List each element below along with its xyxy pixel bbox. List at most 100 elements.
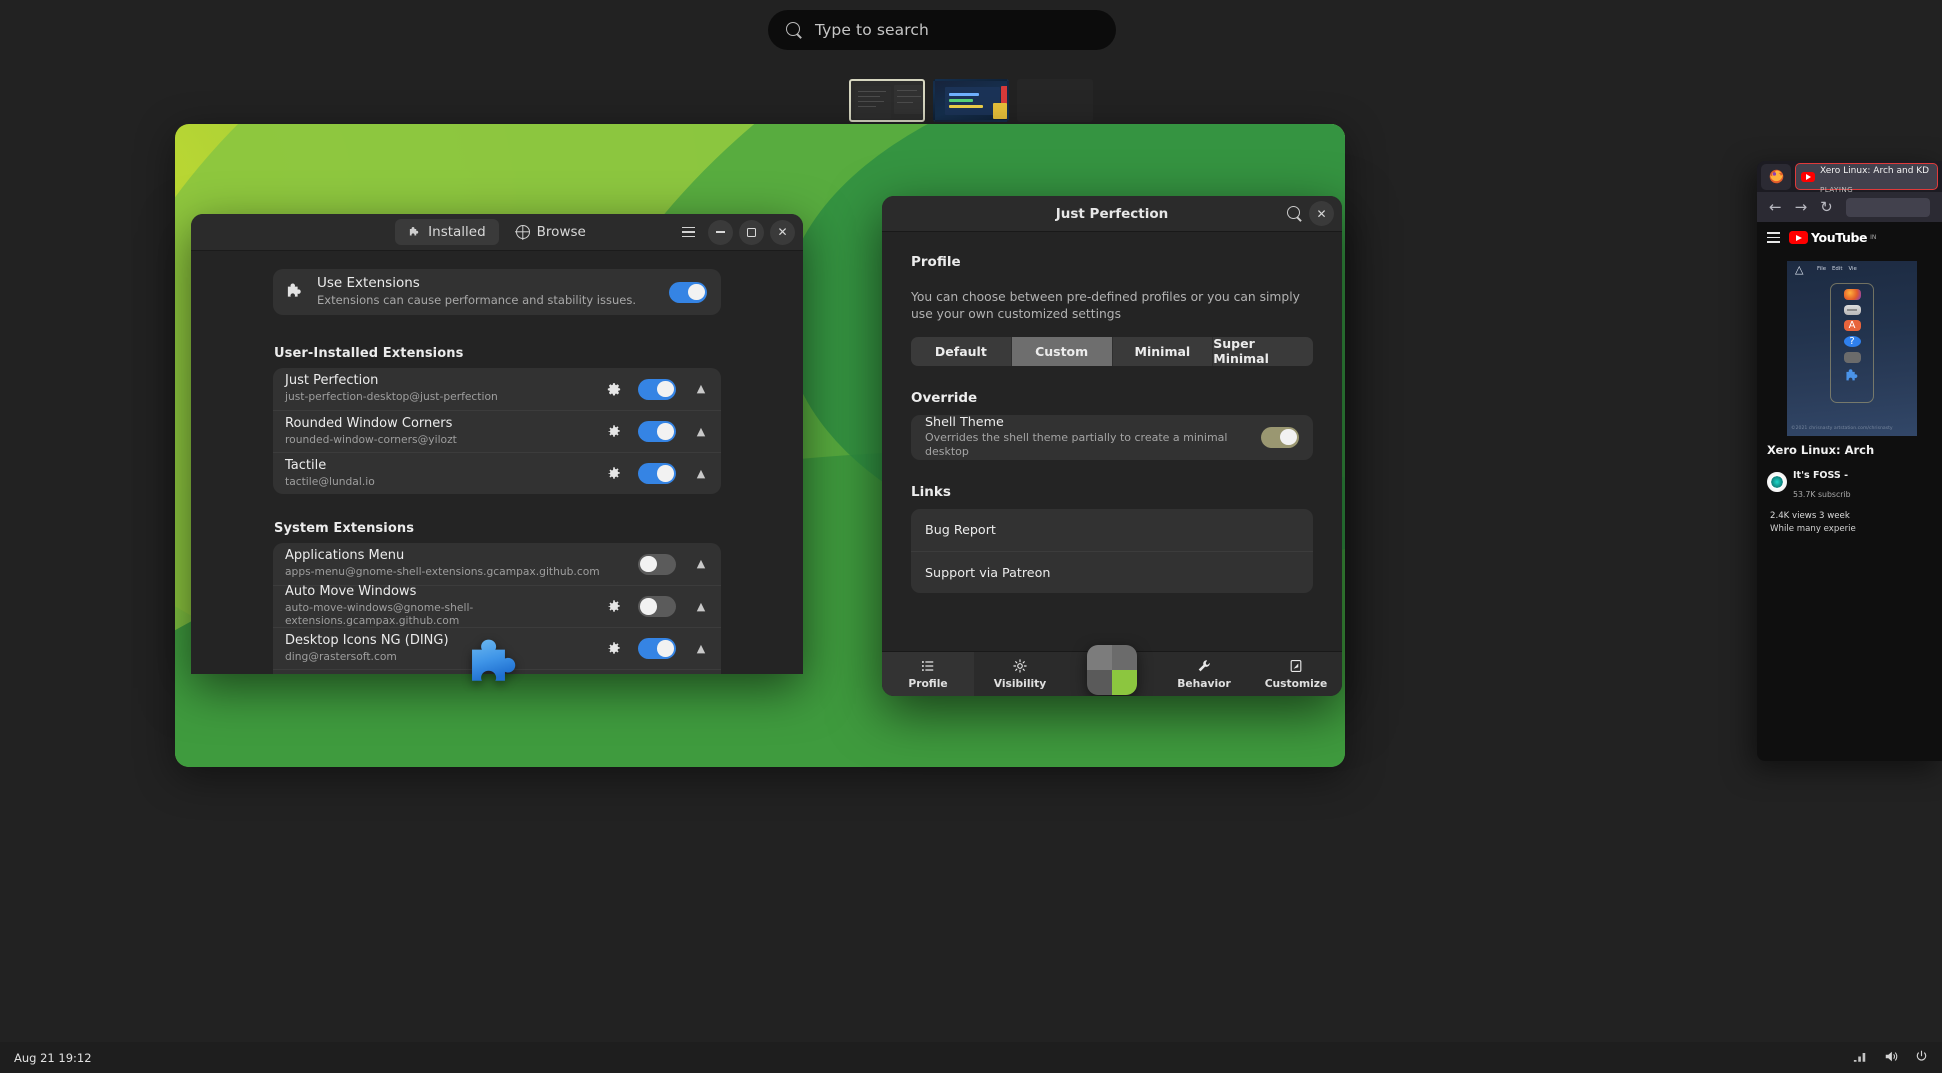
extensions-icon xyxy=(1844,352,1861,363)
tab-browse-label: Browse xyxy=(537,224,586,240)
just-perfection-titlebar: Just Perfection ✕ xyxy=(882,196,1342,232)
chevron-up-icon[interactable]: ▲ xyxy=(693,641,709,657)
profile-description: You can choose between pre-defined profi… xyxy=(911,289,1313,323)
shell-theme-toggle[interactable] xyxy=(1261,427,1299,448)
extension-uuid: just-perfection-desktop@just-perfection xyxy=(285,390,606,403)
extension-toggle[interactable] xyxy=(638,379,676,400)
profile-option-super-minimal[interactable]: Super Minimal xyxy=(1213,337,1313,366)
link-support-via-patreon[interactable]: Support via Patreon xyxy=(911,551,1313,593)
close-button[interactable]: ✕ xyxy=(770,220,795,245)
extension-uuid: auto-move-windows@gnome-shell-extensions… xyxy=(285,601,606,628)
gear-icon[interactable] xyxy=(606,466,622,482)
extension-toggle[interactable] xyxy=(638,554,676,575)
gear-icon[interactable] xyxy=(606,424,622,440)
gear-icon[interactable] xyxy=(606,381,622,397)
extension-row-rounded-window-corners[interactable]: Rounded Window Corners rounded-window-co… xyxy=(273,410,721,452)
chevron-up-icon[interactable]: ▲ xyxy=(693,424,709,440)
extension-name: Auto Move Windows xyxy=(285,585,606,600)
workspace-thumbnail-strip xyxy=(0,79,1942,122)
reload-icon[interactable]: ↻ xyxy=(1820,200,1833,215)
chevron-up-icon[interactable]: ▲ xyxy=(693,556,709,572)
chevron-up-icon[interactable]: ▲ xyxy=(693,381,709,397)
gnome-overview: Type to search xyxy=(0,0,1942,1073)
network-icon[interactable] xyxy=(1853,1050,1867,1066)
search-icon[interactable] xyxy=(1287,206,1302,221)
search-input[interactable]: Type to search xyxy=(768,10,1116,50)
channel-row[interactable]: It's FOSS - 53.7K subscrib xyxy=(1767,463,1932,501)
just-perfection-window[interactable]: Just Perfection ✕ Profile You can choose… xyxy=(882,196,1342,696)
firefox-icon[interactable] xyxy=(1761,164,1791,190)
profile-option-custom[interactable]: Custom xyxy=(1012,337,1113,366)
extension-row-applications-menu[interactable]: Applications Menu apps-menu@gnome-shell-… xyxy=(273,543,721,585)
extension-name: Tactile xyxy=(285,459,606,474)
extensions-window[interactable]: Installed Browse ✕ xyxy=(191,214,803,674)
workspace-thumbnail-3[interactable] xyxy=(1017,79,1093,122)
firefox-icon xyxy=(1844,289,1861,300)
section-label-user-installed: User-Installed Extensions xyxy=(274,346,721,361)
extension-toggle[interactable] xyxy=(638,638,676,659)
profile-option-minimal[interactable]: Minimal xyxy=(1113,337,1214,366)
just-perfection-tabbar: Profile Visibility Behavior Customize xyxy=(882,651,1342,696)
apps-grid-icon xyxy=(1844,390,1861,402)
tab-profile[interactable]: Profile xyxy=(882,652,974,696)
thumbnail-watermark: ©2021 chrisnasty artstation.com/chrisnas… xyxy=(1791,426,1913,432)
arch-logo-icon: △ xyxy=(1795,264,1803,275)
back-icon[interactable]: ← xyxy=(1769,200,1782,215)
power-icon[interactable] xyxy=(1915,1050,1928,1066)
puzzle-icon xyxy=(285,282,305,302)
profile-option-default[interactable]: Default xyxy=(911,337,1012,366)
section-label-system: System Extensions xyxy=(274,521,721,536)
extension-toggle[interactable] xyxy=(638,421,676,442)
shell-theme-row[interactable]: Shell Theme Overrides the shell theme pa… xyxy=(911,415,1313,460)
gear-icon[interactable] xyxy=(606,641,622,657)
youtube-logo-text: YouTube xyxy=(1811,230,1867,245)
link-bug-report[interactable]: Bug Report xyxy=(911,509,1313,551)
chevron-up-icon[interactable]: ▲ xyxy=(693,466,709,482)
forward-icon[interactable]: → xyxy=(1795,200,1808,215)
firefox-navbar: ← → ↻ xyxy=(1757,192,1942,222)
video-title: Xero Linux: Arch xyxy=(1767,443,1932,457)
menu-icon[interactable] xyxy=(674,218,702,246)
video-description: While many experie xyxy=(1770,524,1932,534)
gear-icon[interactable] xyxy=(606,599,622,615)
workspace-thumbnail-1[interactable] xyxy=(849,79,925,122)
extension-row-just-perfection[interactable]: Just Perfection just-perfection-desktop@… xyxy=(273,368,721,410)
chevron-up-icon[interactable]: ▲ xyxy=(693,599,709,615)
workspace-thumbnail-2[interactable] xyxy=(933,79,1009,122)
extension-toggle[interactable] xyxy=(638,596,676,617)
tab-installed[interactable]: Installed xyxy=(395,219,499,245)
use-extensions-card[interactable]: Use Extensions Extensions can cause perf… xyxy=(273,269,721,315)
video-thumbnail[interactable]: △ File Edit Vie A ? ©2021 c xyxy=(1787,261,1917,436)
extension-name: Applications Menu xyxy=(285,549,606,564)
hamburger-icon[interactable] xyxy=(1767,232,1780,243)
tab-visibility[interactable]: Visibility xyxy=(974,652,1066,696)
thumbnail-menu-view: Vie xyxy=(1848,266,1856,272)
user-installed-extensions-list: Just Perfection just-perfection-desktop@… xyxy=(273,368,721,494)
extension-row-auto-move-windows[interactable]: Auto Move Windows auto-move-windows@gnom… xyxy=(273,585,721,627)
close-button[interactable]: ✕ xyxy=(1309,201,1334,226)
extension-name: Desktop Icons NG (DING) xyxy=(285,634,606,649)
profile-segmented-control: Default Custom Minimal Super Minimal xyxy=(911,337,1313,366)
firefox-window[interactable]: Xero Linux: Arch and KD PLAYING ← → ↻ Yo… xyxy=(1757,161,1942,761)
minimize-button[interactable] xyxy=(708,220,733,245)
avatar xyxy=(1767,472,1787,492)
volume-icon[interactable] xyxy=(1884,1050,1898,1066)
clock[interactable]: Aug 21 19:12 xyxy=(14,1051,92,1065)
youtube-region: IN xyxy=(1870,234,1876,241)
youtube-logo[interactable]: YouTube IN xyxy=(1789,230,1876,245)
use-extensions-toggle[interactable] xyxy=(669,282,707,303)
maximize-button[interactable] xyxy=(739,220,764,245)
extension-uuid: apps-menu@gnome-shell-extensions.gcampax… xyxy=(285,565,606,578)
firefox-active-tab[interactable]: Xero Linux: Arch and KD PLAYING xyxy=(1795,163,1938,190)
url-input[interactable] xyxy=(1846,198,1930,217)
list-icon xyxy=(921,659,935,674)
extension-row-tactile[interactable]: Tactile tactile@lundal.io ▲ xyxy=(273,452,721,494)
thumbnail-menu-file: File xyxy=(1817,266,1826,272)
tab-customize[interactable]: Customize xyxy=(1250,652,1342,696)
override-heading: Override xyxy=(911,390,1313,406)
page-title: Just Perfection xyxy=(882,206,1342,222)
extension-toggle[interactable] xyxy=(638,463,676,484)
use-extensions-title: Use Extensions xyxy=(317,276,657,292)
tab-browse[interactable]: Browse xyxy=(503,219,599,245)
tab-behavior[interactable]: Behavior xyxy=(1158,652,1250,696)
